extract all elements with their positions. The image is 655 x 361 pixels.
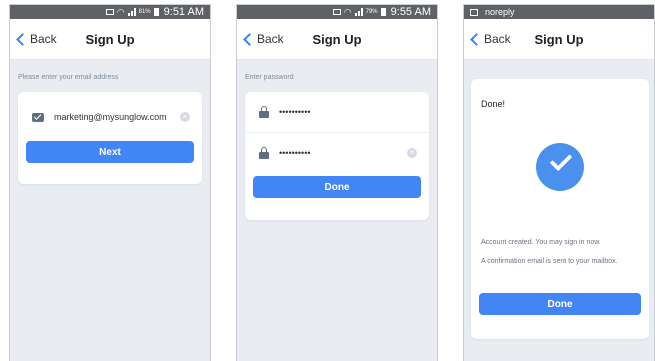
envelope-icon — [32, 112, 44, 122]
status-bar: noreply — [464, 5, 654, 19]
confirm-password-value: •••••••••• — [279, 148, 311, 158]
battery-percent: 81% — [138, 9, 151, 15]
email-field[interactable]: marketing@mysunglow.com × — [18, 97, 202, 137]
signal-icon — [354, 8, 363, 16]
email-card: marketing@mysunglow.com × Next — [18, 92, 202, 184]
battery-icon — [380, 8, 386, 16]
status-bar: ◠ 79% 9:55 AM — [237, 5, 437, 19]
password-field[interactable]: •••••••••• — [245, 92, 429, 133]
clear-icon[interactable]: × — [180, 112, 190, 122]
mail-notification-icon — [470, 8, 478, 16]
success-check-icon — [536, 143, 584, 191]
confirm-password-field[interactable]: •••••••••• × — [245, 133, 429, 173]
page-title: Sign Up — [312, 31, 362, 47]
signal-icon — [127, 8, 136, 16]
battery-percent: 79% — [365, 9, 378, 15]
lock-icon — [259, 106, 269, 118]
clock: 9:51 AM — [163, 6, 204, 18]
success-card: Done! Account created. You may sign in n… — [471, 79, 649, 339]
confirmation-message: A confirmation email is sent to your mai… — [481, 258, 618, 265]
signup-complete-screen: noreply Back Sign Up Done! Account creat… — [463, 4, 655, 361]
nav-bar: Back Sign Up — [10, 19, 210, 60]
signup-email-screen: ◠ 81% 9:51 AM Back Sign Up Please enter … — [9, 4, 211, 361]
notification-text: noreply — [485, 7, 515, 17]
clock: 9:55 AM — [390, 6, 431, 18]
nav-bar: Back Sign Up — [237, 19, 437, 60]
page-title: Sign Up — [85, 31, 135, 47]
done-title: Done! — [481, 99, 506, 109]
nav-bar: Back Sign Up — [464, 19, 654, 60]
page-title: Sign Up — [534, 31, 584, 47]
signup-password-screen: ◠ 79% 9:55 AM Back Sign Up Enter passwor… — [236, 4, 438, 361]
battery-icon — [153, 8, 159, 16]
lock-icon — [259, 147, 269, 159]
email-value: marketing@mysunglow.com — [54, 112, 167, 122]
done-button[interactable]: Done — [253, 176, 421, 198]
mail-notification-icon — [105, 9, 114, 15]
wifi-icon: ◠ — [116, 6, 125, 17]
wifi-icon: ◠ — [343, 6, 352, 17]
mail-notification-icon — [332, 9, 341, 15]
done-button[interactable]: Done — [479, 293, 641, 315]
email-hint: Please enter your email address — [18, 74, 119, 81]
password-hint: Enter password — [245, 74, 294, 81]
clear-icon[interactable]: × — [407, 148, 417, 158]
status-bar: ◠ 81% 9:51 AM — [10, 5, 210, 19]
password-value: •••••••••• — [279, 107, 311, 117]
next-button[interactable]: Next — [26, 141, 194, 163]
success-message: Account created. You may sign in now. — [481, 239, 601, 246]
password-card: •••••••••• •••••••••• × Done — [245, 92, 429, 220]
